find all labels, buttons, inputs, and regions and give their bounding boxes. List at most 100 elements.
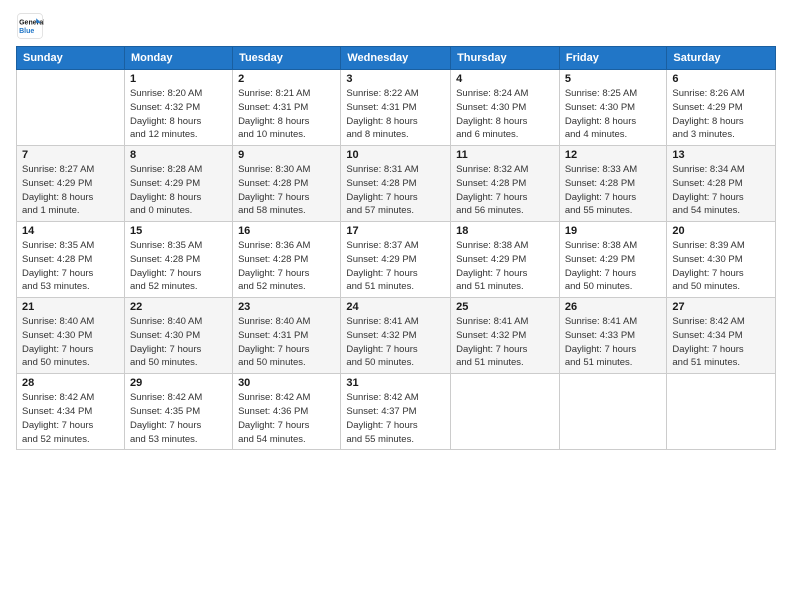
day-number: 24 <box>346 301 445 313</box>
day-number: 10 <box>346 149 445 161</box>
day-info: Sunrise: 8:40 AMSunset: 4:31 PMDaylight:… <box>238 315 335 370</box>
day-info: Sunrise: 8:40 AMSunset: 4:30 PMDaylight:… <box>22 315 119 370</box>
day-info: Sunrise: 8:26 AMSunset: 4:29 PMDaylight:… <box>672 87 770 142</box>
day-info: Sunrise: 8:20 AMSunset: 4:32 PMDaylight:… <box>130 87 227 142</box>
calendar-cell: 14Sunrise: 8:35 AMSunset: 4:28 PMDayligh… <box>17 222 125 298</box>
weekday-header-saturday: Saturday <box>667 47 776 70</box>
day-number: 22 <box>130 301 227 313</box>
day-info: Sunrise: 8:42 AMSunset: 4:34 PMDaylight:… <box>22 391 119 446</box>
calendar-body: 1 Sunrise: 8:20 AMSunset: 4:32 PMDaylight… <box>17 70 776 450</box>
header: General Blue <box>16 12 776 40</box>
day-number: 30 <box>238 377 335 389</box>
calendar-cell: 11 Sunrise: 8:32 AMSunset: 4:28 PMDayligh… <box>451 146 560 222</box>
calendar-cell: 20 Sunrise: 8:39 AMSunset: 4:30 PMDayligh… <box>667 222 776 298</box>
day-info: Sunrise: 8:39 AMSunset: 4:30 PMDaylight:… <box>672 239 770 294</box>
day-number: 26 <box>565 301 662 313</box>
calendar-cell: 10 Sunrise: 8:31 AMSunset: 4:28 PMDayligh… <box>341 146 451 222</box>
calendar-header: SundayMondayTuesdayWednesdayThursdayFrid… <box>17 47 776 70</box>
calendar-week-3: 14Sunrise: 8:35 AMSunset: 4:28 PMDayligh… <box>17 222 776 298</box>
day-info: Sunrise: 8:42 AMSunset: 4:37 PMDaylight:… <box>346 391 445 446</box>
day-number: 27 <box>672 301 770 313</box>
day-number: 11 <box>456 149 554 161</box>
day-number: 6 <box>672 73 770 85</box>
page-container: General Blue SundayMondayTuesdayWednesda… <box>0 0 792 458</box>
weekday-header-friday: Friday <box>559 47 667 70</box>
day-number: 13 <box>672 149 770 161</box>
calendar-cell <box>559 374 667 450</box>
day-info: Sunrise: 8:41 AMSunset: 4:32 PMDaylight:… <box>456 315 554 370</box>
day-number: 9 <box>238 149 335 161</box>
day-info: Sunrise: 8:21 AMSunset: 4:31 PMDaylight:… <box>238 87 335 142</box>
day-number: 3 <box>346 73 445 85</box>
day-number: 20 <box>672 225 770 237</box>
weekday-row: SundayMondayTuesdayWednesdayThursdayFrid… <box>17 47 776 70</box>
calendar-cell: 31Sunrise: 8:42 AMSunset: 4:37 PMDayligh… <box>341 374 451 450</box>
day-number: 8 <box>130 149 227 161</box>
calendar-cell <box>17 70 125 146</box>
day-info: Sunrise: 8:32 AMSunset: 4:28 PMDaylight:… <box>456 163 554 218</box>
day-number: 23 <box>238 301 335 313</box>
day-number: 15 <box>130 225 227 237</box>
day-number: 4 <box>456 73 554 85</box>
calendar-cell: 4 Sunrise: 8:24 AMSunset: 4:30 PMDaylight… <box>451 70 560 146</box>
calendar-cell: 8 Sunrise: 8:28 AMSunset: 4:29 PMDaylight… <box>124 146 232 222</box>
weekday-header-thursday: Thursday <box>451 47 560 70</box>
day-number: 14 <box>22 225 119 237</box>
calendar-cell: 24 Sunrise: 8:41 AMSunset: 4:32 PMDayligh… <box>341 298 451 374</box>
day-info: Sunrise: 8:30 AMSunset: 4:28 PMDaylight:… <box>238 163 335 218</box>
calendar-table: SundayMondayTuesdayWednesdayThursdayFrid… <box>16 46 776 450</box>
day-number: 1 <box>130 73 227 85</box>
day-info: Sunrise: 8:42 AMSunset: 4:36 PMDaylight:… <box>238 391 335 446</box>
day-number: 17 <box>346 225 445 237</box>
calendar-cell: 28 Sunrise: 8:42 AMSunset: 4:34 PMDayligh… <box>17 374 125 450</box>
day-info: Sunrise: 8:25 AMSunset: 4:30 PMDaylight:… <box>565 87 662 142</box>
calendar-cell: 5 Sunrise: 8:25 AMSunset: 4:30 PMDaylight… <box>559 70 667 146</box>
day-info: Sunrise: 8:22 AMSunset: 4:31 PMDaylight:… <box>346 87 445 142</box>
calendar-cell: 19Sunrise: 8:38 AMSunset: 4:29 PMDayligh… <box>559 222 667 298</box>
day-number: 29 <box>130 377 227 389</box>
day-info: Sunrise: 8:37 AMSunset: 4:29 PMDaylight:… <box>346 239 445 294</box>
day-number: 5 <box>565 73 662 85</box>
calendar-cell: 17 Sunrise: 8:37 AMSunset: 4:29 PMDayligh… <box>341 222 451 298</box>
calendar-cell: 9 Sunrise: 8:30 AMSunset: 4:28 PMDaylight… <box>233 146 341 222</box>
day-info: Sunrise: 8:40 AMSunset: 4:30 PMDaylight:… <box>130 315 227 370</box>
calendar-cell: 7 Sunrise: 8:27 AMSunset: 4:29 PMDaylight… <box>17 146 125 222</box>
calendar-week-2: 7 Sunrise: 8:27 AMSunset: 4:29 PMDaylight… <box>17 146 776 222</box>
calendar-cell: 2 Sunrise: 8:21 AMSunset: 4:31 PMDaylight… <box>233 70 341 146</box>
day-number: 2 <box>238 73 335 85</box>
calendar-cell: 12Sunrise: 8:33 AMSunset: 4:28 PMDayligh… <box>559 146 667 222</box>
weekday-header-sunday: Sunday <box>17 47 125 70</box>
calendar-cell <box>451 374 560 450</box>
day-number: 21 <box>22 301 119 313</box>
calendar-cell: 27 Sunrise: 8:42 AMSunset: 4:34 PMDayligh… <box>667 298 776 374</box>
svg-text:General: General <box>19 19 44 26</box>
day-info: Sunrise: 8:28 AMSunset: 4:29 PMDaylight:… <box>130 163 227 218</box>
calendar-cell <box>667 374 776 450</box>
day-number: 18 <box>456 225 554 237</box>
day-number: 28 <box>22 377 119 389</box>
day-info: Sunrise: 8:34 AMSunset: 4:28 PMDaylight:… <box>672 163 770 218</box>
day-number: 12 <box>565 149 662 161</box>
day-info: Sunrise: 8:24 AMSunset: 4:30 PMDaylight:… <box>456 87 554 142</box>
logo: General Blue <box>16 12 44 40</box>
logo-icon: General Blue <box>16 12 44 40</box>
calendar-cell: 22 Sunrise: 8:40 AMSunset: 4:30 PMDayligh… <box>124 298 232 374</box>
calendar-cell: 15Sunrise: 8:35 AMSunset: 4:28 PMDayligh… <box>124 222 232 298</box>
calendar-cell: 1 Sunrise: 8:20 AMSunset: 4:32 PMDaylight… <box>124 70 232 146</box>
calendar-cell: 26Sunrise: 8:41 AMSunset: 4:33 PMDayligh… <box>559 298 667 374</box>
calendar-week-5: 28 Sunrise: 8:42 AMSunset: 4:34 PMDayligh… <box>17 374 776 450</box>
day-number: 7 <box>22 149 119 161</box>
day-info: Sunrise: 8:38 AMSunset: 4:29 PMDaylight:… <box>565 239 662 294</box>
weekday-header-monday: Monday <box>124 47 232 70</box>
day-info: Sunrise: 8:38 AMSunset: 4:29 PMDaylight:… <box>456 239 554 294</box>
day-info: Sunrise: 8:41 AMSunset: 4:32 PMDaylight:… <box>346 315 445 370</box>
calendar-cell: 3 Sunrise: 8:22 AMSunset: 4:31 PMDaylight… <box>341 70 451 146</box>
day-info: Sunrise: 8:42 AMSunset: 4:35 PMDaylight:… <box>130 391 227 446</box>
day-info: Sunrise: 8:31 AMSunset: 4:28 PMDaylight:… <box>346 163 445 218</box>
day-info: Sunrise: 8:27 AMSunset: 4:29 PMDaylight:… <box>22 163 119 218</box>
weekday-header-wednesday: Wednesday <box>341 47 451 70</box>
calendar-cell: 23 Sunrise: 8:40 AMSunset: 4:31 PMDayligh… <box>233 298 341 374</box>
calendar-cell: 16Sunrise: 8:36 AMSunset: 4:28 PMDayligh… <box>233 222 341 298</box>
day-info: Sunrise: 8:42 AMSunset: 4:34 PMDaylight:… <box>672 315 770 370</box>
calendar-cell: 13 Sunrise: 8:34 AMSunset: 4:28 PMDayligh… <box>667 146 776 222</box>
